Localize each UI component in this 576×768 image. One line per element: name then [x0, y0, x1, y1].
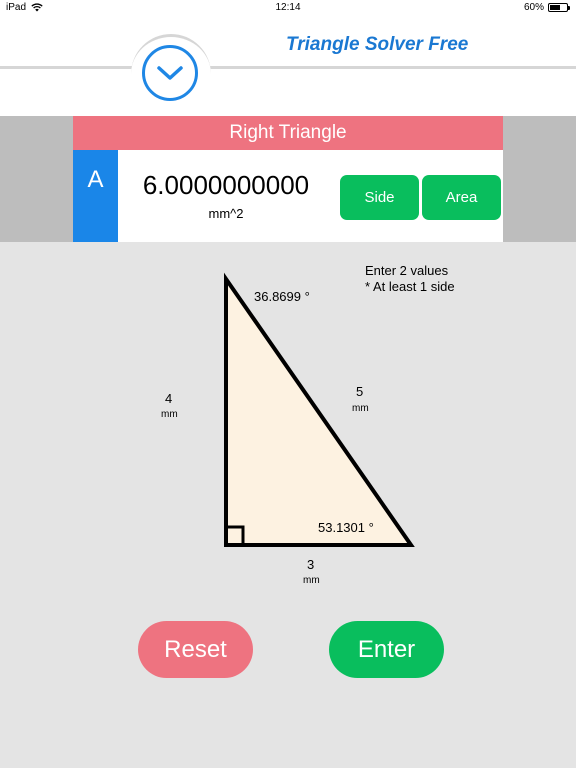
side-left-unit: mm: [161, 409, 178, 420]
side-bottom-value[interactable]: 3: [307, 557, 314, 572]
side-left-value[interactable]: 4: [165, 391, 172, 406]
panel-title: Right Triangle: [73, 116, 503, 150]
battery-percent: 60%: [523, 2, 544, 13]
reset-button[interactable]: Reset: [138, 621, 253, 678]
area-button[interactable]: Area: [422, 175, 501, 220]
enter-button[interactable]: Enter: [329, 621, 444, 678]
side-button[interactable]: Side: [340, 175, 419, 220]
collapse-band: [0, 69, 576, 116]
app-title: Triangle Solver Free: [286, 34, 469, 55]
side-hyp-value[interactable]: 5: [356, 384, 363, 399]
status-time: 12:14: [275, 2, 301, 13]
status-bar: iPad 12:14 60%: [0, 0, 576, 17]
collapse-button[interactable]: [142, 45, 198, 101]
instruction-line-2: * At least 1 side: [365, 279, 455, 294]
side-hyp-unit: mm: [352, 403, 369, 414]
instruction-line-1: Enter 2 values: [365, 263, 449, 278]
right-angle-marker: [224, 525, 245, 547]
battery-icon: [548, 3, 570, 12]
angle-top-label[interactable]: 36.8699 °: [254, 289, 310, 304]
battery-fill: [550, 5, 560, 10]
angle-bottom-label[interactable]: 53.1301 °: [318, 520, 374, 535]
triangle-shape: [224, 272, 415, 547]
field-label: A: [73, 150, 118, 242]
side-bottom-unit: mm: [303, 575, 320, 586]
value-unit: mm^2: [208, 206, 244, 221]
value-display[interactable]: 6.0000000000: [118, 170, 334, 201]
chevron-down-icon: [157, 66, 183, 80]
